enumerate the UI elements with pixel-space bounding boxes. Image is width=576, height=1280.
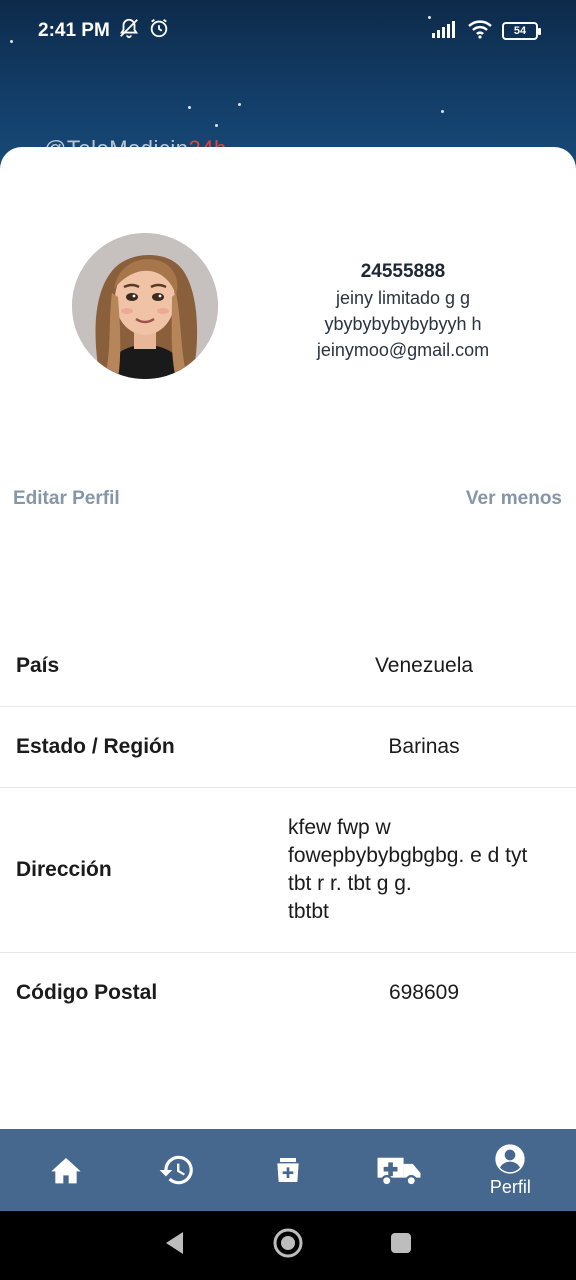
profile-line2: ybybybybybybyyh h: [324, 314, 482, 334]
pharmacy-icon: [272, 1153, 304, 1187]
detail-row-postal-code: Código Postal 698609: [0, 953, 576, 1033]
bottom-nav: Perfil: [0, 1129, 576, 1211]
status-time: 2:41 PM: [38, 20, 110, 41]
profile-details: País Venezuela Estado / Región Barinas D…: [0, 626, 576, 1033]
nav-ambulance[interactable]: [354, 1152, 444, 1188]
nav-history[interactable]: [132, 1151, 222, 1189]
home-circle-icon[interactable]: [272, 1227, 304, 1264]
history-icon: [158, 1151, 196, 1189]
alarm-icon: [148, 17, 170, 45]
mute-icon: [118, 17, 140, 45]
wifi-icon: [468, 19, 492, 44]
star-decoration: [215, 124, 218, 127]
profile-name: jeiny limitado g g: [335, 288, 471, 308]
detail-value: kfew fwp w fowepbybybgbgbg. e d tyt tbt …: [288, 816, 528, 923]
avatar[interactable]: [72, 233, 218, 379]
detail-label: Código Postal: [16, 981, 158, 1004]
detail-label: Estado / Región: [16, 735, 175, 758]
star-decoration: [238, 103, 241, 106]
detail-row-country: País Venezuela: [0, 626, 576, 707]
status-bar: 2:41 PM 54: [0, 0, 576, 62]
detail-value: Barinas: [388, 735, 460, 758]
profile-sheet: 24555888 jeiny limitado g g ybybybybybyb…: [0, 147, 576, 1129]
detail-label: Dirección: [16, 858, 112, 881]
detail-value: 698609: [388, 981, 460, 1004]
profile-email: jeinymoo@gmail.com: [316, 340, 490, 360]
profile-info: 24555888 jeiny limitado g g ybybybybybyb…: [290, 259, 516, 363]
profile-id: 24555888: [360, 261, 446, 282]
detail-label: País: [16, 654, 60, 677]
nav-profile[interactable]: Perfil: [465, 1143, 555, 1198]
nav-profile-label: Perfil: [489, 1176, 531, 1197]
battery-icon: 54: [502, 22, 541, 40]
profile-icon: [494, 1143, 526, 1175]
system-nav-bar: [0, 1211, 576, 1280]
edit-profile-link[interactable]: Editar Perfil: [13, 488, 120, 510]
recents-icon[interactable]: [389, 1231, 413, 1260]
see-less-link[interactable]: Ver menos: [466, 488, 562, 510]
nav-pharmacy[interactable]: [243, 1153, 333, 1187]
ambulance-icon: [376, 1152, 422, 1188]
star-decoration: [441, 110, 444, 113]
nav-home[interactable]: [21, 1155, 111, 1185]
back-icon[interactable]: [163, 1230, 187, 1261]
detail-row-state: Estado / Región Barinas: [0, 707, 576, 788]
detail-value: Venezuela: [374, 654, 474, 677]
detail-row-address: Dirección kfew fwp w fowepbybybgbgbg. e …: [0, 788, 576, 953]
star-decoration: [188, 106, 191, 109]
home-icon: [50, 1155, 82, 1185]
signal-icon: [432, 20, 458, 43]
